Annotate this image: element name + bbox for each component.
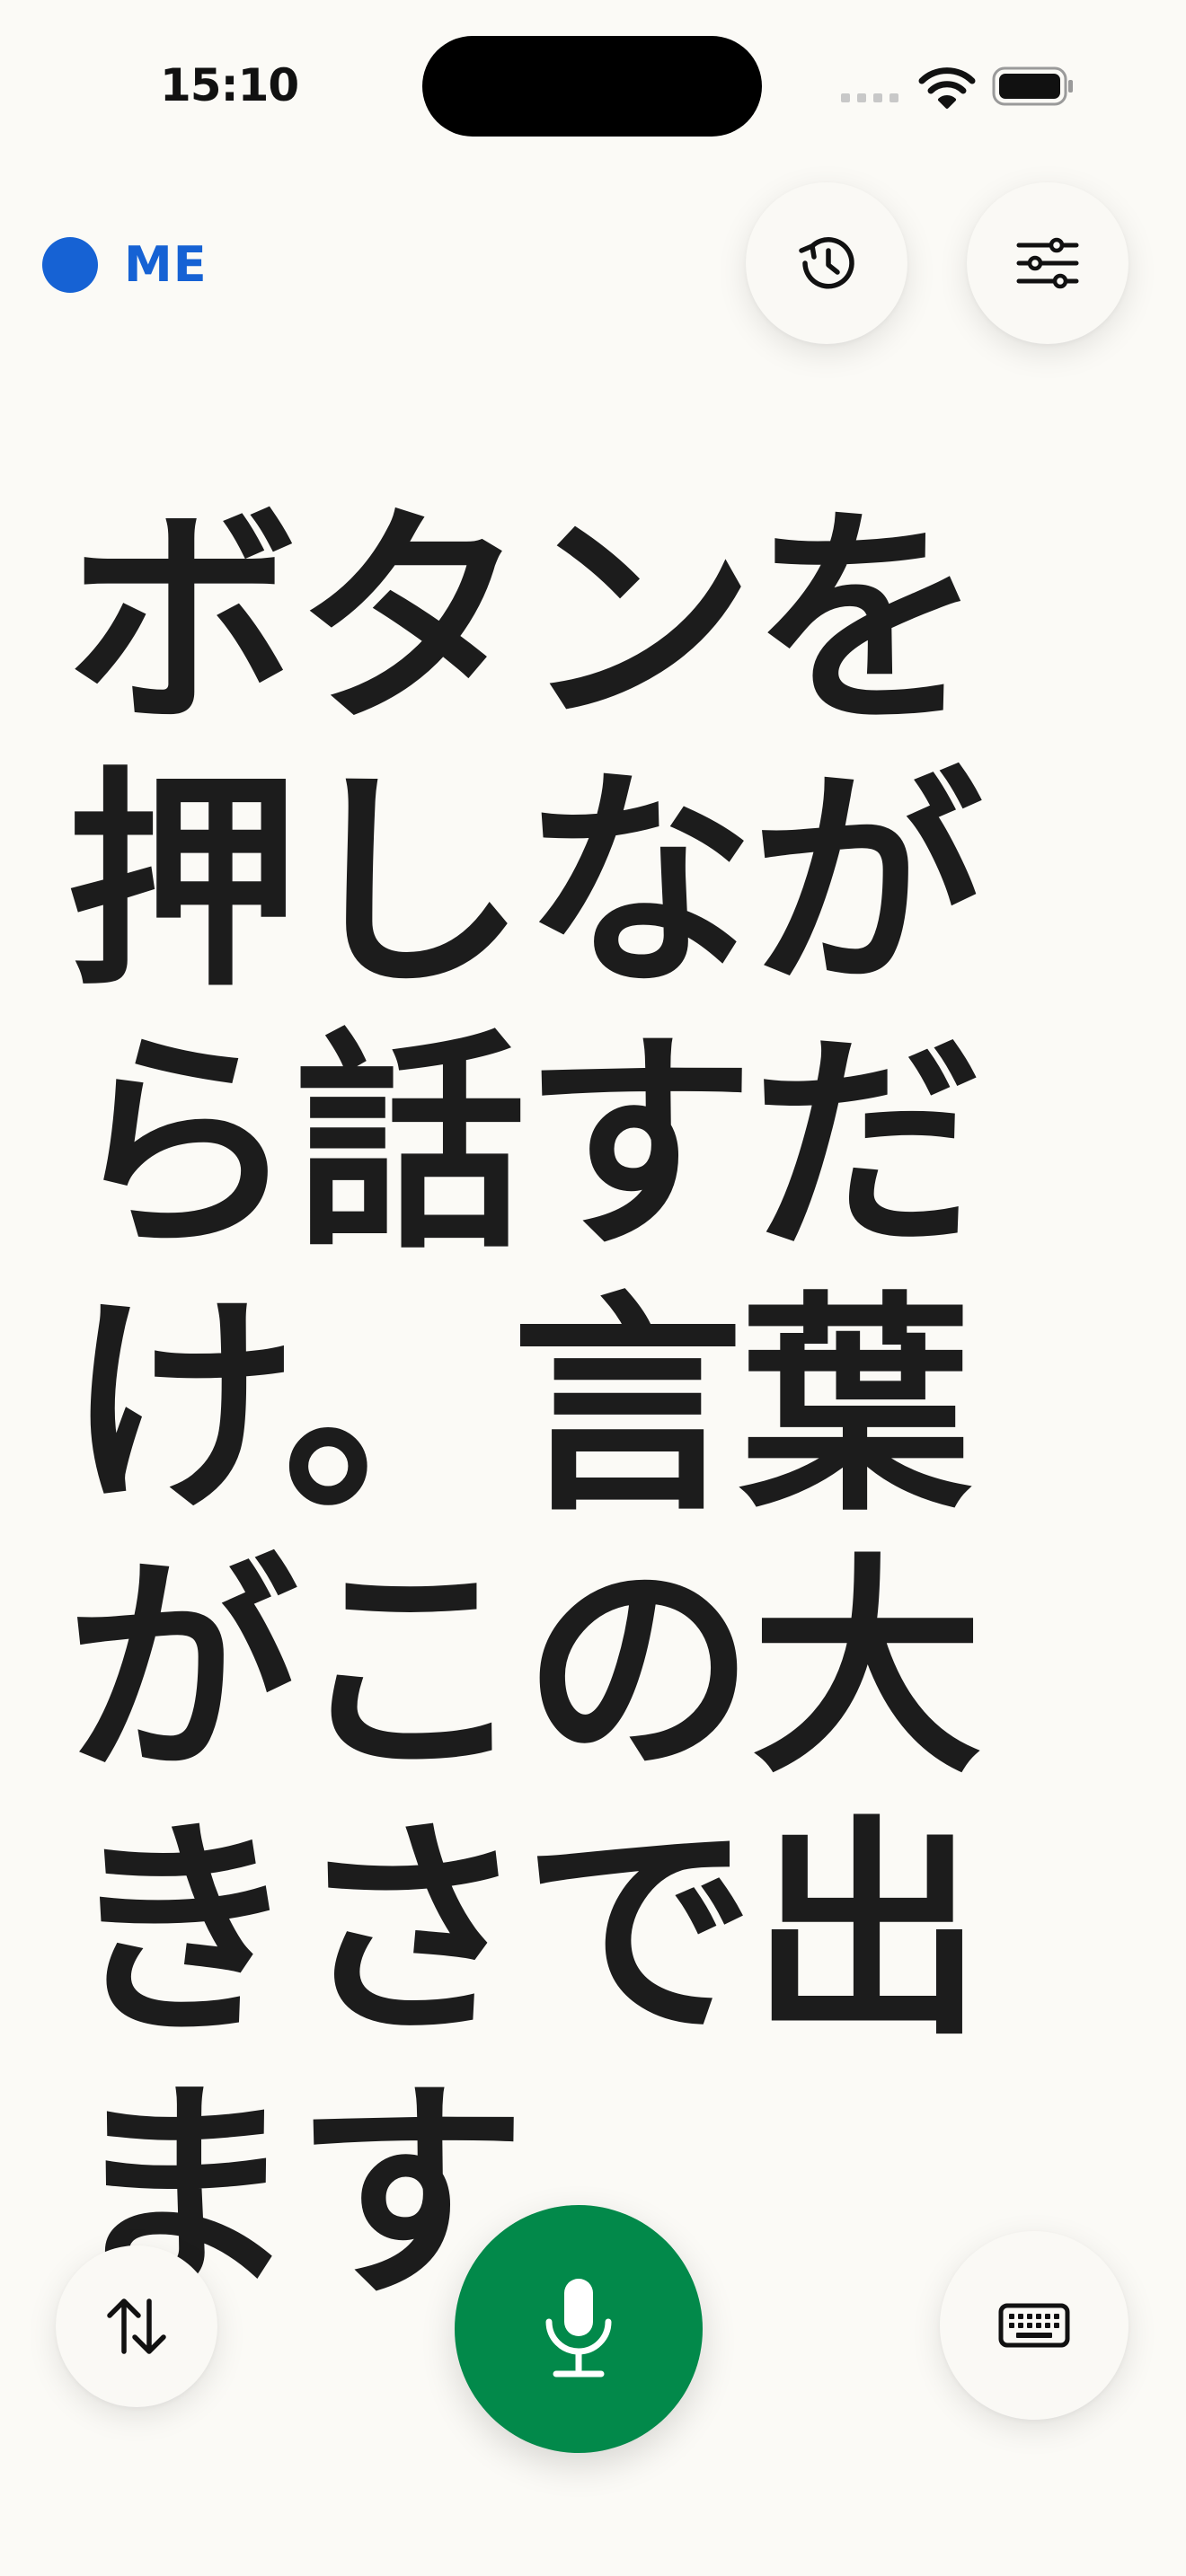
keyboard-button[interactable] — [940, 2231, 1128, 2420]
clock-history-icon — [799, 237, 854, 289]
keyboard-icon — [998, 2303, 1070, 2348]
status-time: 15:10 — [160, 59, 299, 111]
cellular-signal-icon — [841, 93, 898, 102]
speaker-indicator-dot — [42, 237, 98, 293]
settings-button[interactable] — [967, 182, 1128, 344]
swap-languages-button[interactable] — [56, 2245, 217, 2407]
transcript-text: ボタンを押しながら話すだけ。言葉がこの大きさで出ます。 — [66, 486, 983, 2329]
sliders-icon — [1016, 237, 1079, 289]
history-button[interactable] — [746, 182, 907, 344]
wifi-icon — [918, 67, 976, 109]
speaker-label[interactable]: ME — [124, 232, 208, 298]
swap-arrows-icon — [107, 2298, 166, 2354]
push-to-talk-mic-button[interactable] — [455, 2205, 703, 2453]
microphone-icon — [545, 2279, 612, 2378]
dynamic-island — [422, 36, 762, 137]
battery-icon — [992, 66, 1073, 106]
